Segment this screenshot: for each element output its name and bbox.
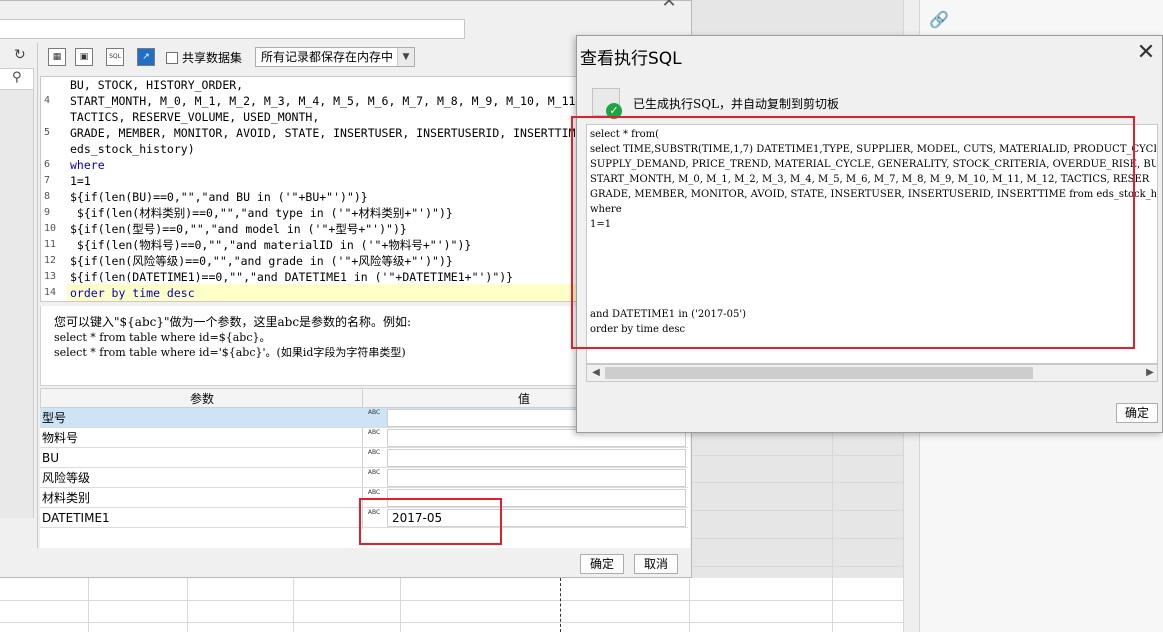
code-line[interactable]: TACTICS, RESERVE_VOLUME, USED_MONTH,: [70, 109, 580, 125]
param-type-icon[interactable]: ABC: [364, 410, 384, 428]
code-line[interactable]: eds_stock_history): [70, 141, 580, 157]
spreadsheet-grid: [0, 578, 903, 632]
value-column-header: 值: [518, 392, 531, 406]
export-icon[interactable]: ↗: [137, 48, 155, 66]
link-icon[interactable]: 🔗: [929, 10, 949, 30]
param-name: 材料类别: [42, 491, 91, 505]
scroll-right-icon[interactable]: ▶: [1142, 365, 1158, 381]
param-type-icon[interactable]: ABC: [364, 450, 384, 468]
line-number: 9: [44, 207, 51, 218]
hint-line-3: select * from table where id='${abc}'。(如…: [54, 346, 406, 359]
annotation-box-datetime: [359, 498, 502, 545]
chevron-down-icon[interactable]: ▼: [397, 48, 414, 66]
code-line[interactable]: ${if(len(型号)==0,"","and model in ('"+型号+…: [70, 221, 580, 237]
status-message: 已生成执行SQL，并自动复制到剪切板: [633, 97, 840, 111]
line-number: 8: [44, 191, 51, 202]
save-mode-select[interactable]: 所有记录都保存在内存中: [255, 47, 415, 67]
line-number: 11: [44, 239, 57, 250]
line-number: 10: [44, 223, 57, 234]
cancel-button[interactable]: 取消: [634, 554, 678, 574]
code-line[interactable]: ${if(len(BU)==0,"","and BU in ('"+BU+"')…: [70, 189, 580, 205]
param-name: 物料号: [42, 431, 79, 445]
code-line[interactable]: 1=1: [70, 173, 580, 189]
code-line[interactable]: ${if(len(DATETIME1)==0,"","and DATETIME1…: [70, 269, 580, 285]
code-line[interactable]: where: [70, 157, 580, 173]
save-icon[interactable]: ▣: [75, 48, 93, 66]
code-line[interactable]: GRADE, MEMBER, MONITOR, AVOID, STATE, IN…: [70, 125, 580, 141]
close-icon[interactable]: ✕: [657, 0, 681, 12]
refresh-icon[interactable]: ↻: [0, 45, 34, 65]
annotation-box-sql: [571, 116, 1135, 349]
line-number: 4: [44, 95, 51, 106]
param-name: 型号: [42, 411, 67, 425]
dialog-title: 查看执行SQL: [580, 49, 682, 69]
code-line[interactable]: ${if(len(物料号)==0,"","and materialID in (…: [70, 237, 580, 253]
close-icon[interactable]: ✕: [1134, 42, 1158, 66]
param-value-input[interactable]: [387, 449, 686, 467]
share-dataset-checkbox[interactable]: [166, 52, 178, 64]
line-number: [44, 109, 60, 125]
line-number: [44, 141, 60, 157]
param-name: DATETIME1: [42, 511, 110, 525]
param-type-icon[interactable]: ABC: [364, 430, 384, 448]
scroll-left-icon[interactable]: ◀: [588, 365, 604, 381]
code-line[interactable]: order by time desc: [70, 285, 580, 301]
line-number: 6: [44, 159, 51, 170]
ok-button[interactable]: 确定: [580, 554, 624, 574]
line-number: 14: [44, 287, 57, 298]
param-name: BU: [42, 451, 60, 465]
code-line[interactable]: BU, STOCK, HISTORY_ORDER,: [70, 77, 580, 93]
sql-ok-button[interactable]: 确定: [1116, 403, 1158, 423]
line-number: [44, 77, 60, 93]
table-search-input[interactable]: ⚲: [0, 68, 34, 90]
line-number: 13: [44, 271, 57, 282]
share-dataset-label: 共享数据集: [182, 51, 243, 65]
code-line[interactable]: START_MONTH, M_0, M_1, M_2, M_3, M_4, M_…: [70, 93, 580, 109]
line-number: 7: [44, 175, 51, 186]
preview-icon[interactable]: ▦: [48, 48, 66, 66]
param-type-icon[interactable]: ABC: [364, 470, 384, 488]
code-line[interactable]: ${if(len(材料类别)==0,"","and type in ('"+材料…: [70, 205, 580, 221]
dataset-name-input[interactable]: [0, 19, 465, 39]
table-list[interactable]: [0, 90, 34, 518]
line-number: 12: [44, 255, 57, 266]
param-name: 风险等级: [42, 471, 91, 485]
code-line[interactable]: ${if(len(风险等级)==0,"","and grade in ('"+风…: [70, 253, 580, 269]
search-icon[interactable]: ⚲: [12, 70, 22, 85]
sql-icon[interactable]: SQL: [106, 48, 124, 66]
param-column-header: 参数: [190, 392, 215, 406]
line-number: 5: [44, 127, 51, 138]
scrollbar-thumb[interactable]: [605, 367, 1033, 379]
hint-line-2: select * from table where id=${abc}。: [54, 331, 271, 344]
hint-line-1: 您可以键入"${abc}"做为一个参数，这里abc是参数的名称。例如:: [54, 315, 412, 329]
param-value-input[interactable]: [387, 469, 686, 487]
